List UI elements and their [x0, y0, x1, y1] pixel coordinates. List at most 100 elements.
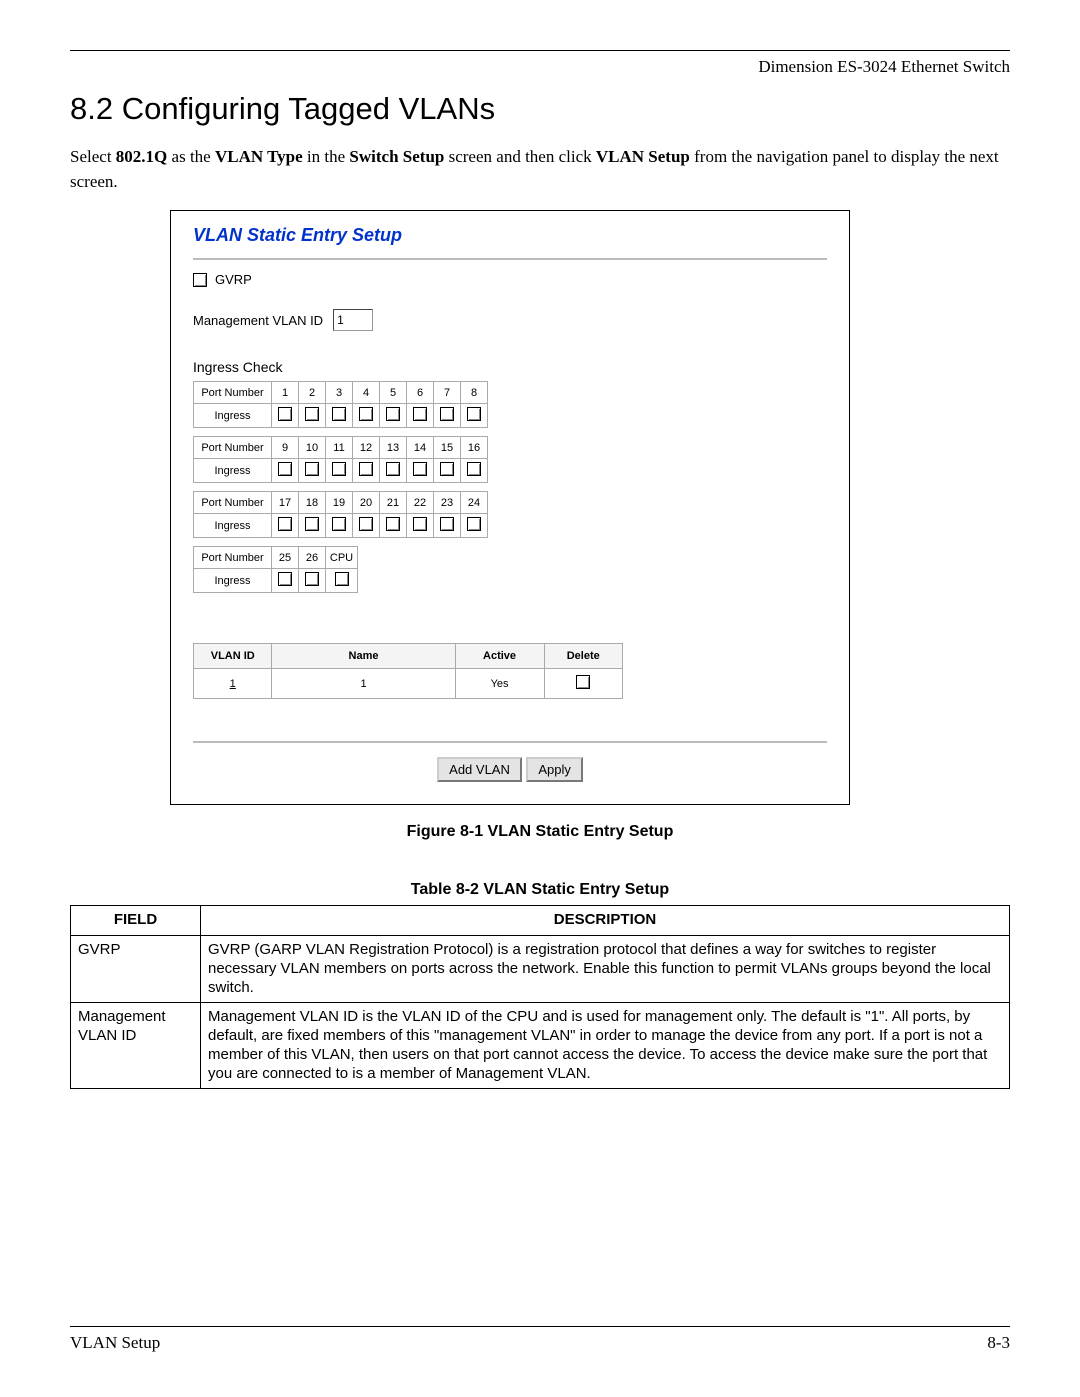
port-number-cell: 24 [461, 492, 488, 514]
ingress-checkbox[interactable] [386, 462, 400, 476]
gvrp-label: GVRP [215, 272, 252, 287]
ingress-checkbox[interactable] [305, 462, 319, 476]
ingress-checkbox[interactable] [413, 517, 427, 531]
ingress-checkbox[interactable] [278, 517, 292, 531]
ingress-checkbox[interactable] [359, 462, 373, 476]
panel-title: VLAN Static Entry Setup [193, 225, 827, 246]
port-number-cell: 14 [407, 437, 434, 459]
delete-checkbox[interactable] [576, 675, 590, 689]
port-number-cell: 16 [461, 437, 488, 459]
mgmt-vlan-input[interactable] [333, 309, 373, 331]
ingress-checkbox[interactable] [413, 407, 427, 421]
ingress-checkbox[interactable] [386, 517, 400, 531]
para-text: as the [167, 147, 215, 166]
port-number-row: Port Number 17 18 19 20 21 22 23 24 [194, 492, 488, 514]
ingress-checkbox[interactable] [332, 407, 346, 421]
footer-left: VLAN Setup [70, 1333, 160, 1353]
ingress-checkbox[interactable] [332, 462, 346, 476]
port-number-cell: 25 [272, 547, 299, 569]
ingress-checkbox[interactable] [359, 407, 373, 421]
ingress-row: Ingress [194, 404, 488, 428]
ingress-row: Ingress [194, 459, 488, 483]
ingress-table-3: Port Number 17 18 19 20 21 22 23 24 Ingr… [193, 491, 488, 538]
footer: VLAN Setup 8-3 [70, 1326, 1010, 1353]
ingress-checkbox[interactable] [467, 407, 481, 421]
table-header-row: VLAN ID Name Active Delete [194, 644, 623, 669]
port-number-cell: 26 [299, 547, 326, 569]
port-number-cell: 13 [380, 437, 407, 459]
port-number-cell: 3 [326, 382, 353, 404]
ingress-checkbox[interactable] [386, 407, 400, 421]
para-bold: Switch Setup [349, 147, 444, 166]
ingress-checkbox[interactable] [440, 407, 454, 421]
port-number-row: Port Number 1 2 3 4 5 6 7 8 [194, 382, 488, 404]
gvrp-checkbox[interactable] [193, 273, 207, 287]
description-table: FIELD DESCRIPTION GVRP GVRP (GARP VLAN R… [70, 905, 1010, 1089]
intro-paragraph: Select 802.1Q as the VLAN Type in the Sw… [70, 145, 1010, 194]
ingress-checkbox[interactable] [305, 407, 319, 421]
ingress-checkbox[interactable] [305, 517, 319, 531]
delete-header: Delete [544, 644, 622, 669]
para-text: Select [70, 147, 116, 166]
description-cell: Management VLAN ID is the VLAN ID of the… [201, 1003, 1010, 1089]
ingress-checkbox[interactable] [467, 517, 481, 531]
port-number-label: Port Number [194, 382, 272, 404]
ingress-table-2: Port Number 9 10 11 12 13 14 15 16 Ingre… [193, 436, 488, 483]
ingress-checkbox[interactable] [305, 572, 319, 586]
para-text: screen and then click [444, 147, 596, 166]
field-header: FIELD [71, 906, 201, 936]
port-number-cell: 19 [326, 492, 353, 514]
para-bold: VLAN Setup [596, 147, 690, 166]
port-number-cell: 11 [326, 437, 353, 459]
port-number-cell: 2 [299, 382, 326, 404]
ingress-check-title: Ingress Check [193, 359, 827, 375]
port-number-row: Port Number 25 26 CPU [194, 547, 358, 569]
ingress-label: Ingress [194, 569, 272, 593]
name-header: Name [272, 644, 455, 669]
port-number-cell: 5 [380, 382, 407, 404]
table-row: GVRP GVRP (GARP VLAN Registration Protoc… [71, 936, 1010, 1003]
field-cell: GVRP [71, 936, 201, 1003]
port-number-cell: 12 [353, 437, 380, 459]
port-number-cell: 1 [272, 382, 299, 404]
port-number-cell: 4 [353, 382, 380, 404]
active-header: Active [455, 644, 544, 669]
ingress-label: Ingress [194, 514, 272, 538]
port-number-cell: 20 [353, 492, 380, 514]
description-cell: GVRP (GARP VLAN Registration Protocol) i… [201, 936, 1010, 1003]
port-number-cell: 15 [434, 437, 461, 459]
table-row: Management VLAN ID Management VLAN ID is… [71, 1003, 1010, 1089]
para-text: in the [303, 147, 350, 166]
ingress-checkbox[interactable] [335, 572, 349, 586]
table-caption: Table 8-2 VLAN Static Entry Setup [70, 881, 1010, 899]
ingress-checkbox[interactable] [467, 462, 481, 476]
add-vlan-button[interactable]: Add VLAN [437, 757, 522, 782]
port-number-cell: 8 [461, 382, 488, 404]
port-number-cell: 21 [380, 492, 407, 514]
ingress-table-4: Port Number 25 26 CPU Ingress [193, 546, 358, 593]
ingress-checkbox[interactable] [440, 517, 454, 531]
section-heading: 8.2 Configuring Tagged VLANs [70, 91, 1010, 127]
port-number-cell: CPU [326, 547, 358, 569]
header-text: Dimension ES-3024 Ethernet Switch [70, 57, 1010, 77]
ingress-checkbox[interactable] [278, 407, 292, 421]
port-number-cell: 6 [407, 382, 434, 404]
ingress-checkbox[interactable] [278, 572, 292, 586]
ingress-checkbox[interactable] [332, 517, 346, 531]
table-header-row: FIELD DESCRIPTION [71, 906, 1010, 936]
ingress-row: Ingress [194, 569, 358, 593]
para-bold: 802.1Q [116, 147, 167, 166]
ingress-checkbox[interactable] [359, 517, 373, 531]
vlan-id-link[interactable]: 1 [194, 669, 272, 699]
para-bold: VLAN Type [215, 147, 303, 166]
apply-button[interactable]: Apply [526, 757, 583, 782]
ingress-checkbox[interactable] [278, 462, 292, 476]
figure-caption: Figure 8-1 VLAN Static Entry Setup [70, 823, 1010, 841]
vlan-id-header: VLAN ID [194, 644, 272, 669]
field-cell: Management VLAN ID [71, 1003, 201, 1089]
port-number-cell: 7 [434, 382, 461, 404]
ingress-checkbox[interactable] [440, 462, 454, 476]
ingress-checkbox[interactable] [413, 462, 427, 476]
port-number-cell: 18 [299, 492, 326, 514]
port-number-label: Port Number [194, 492, 272, 514]
